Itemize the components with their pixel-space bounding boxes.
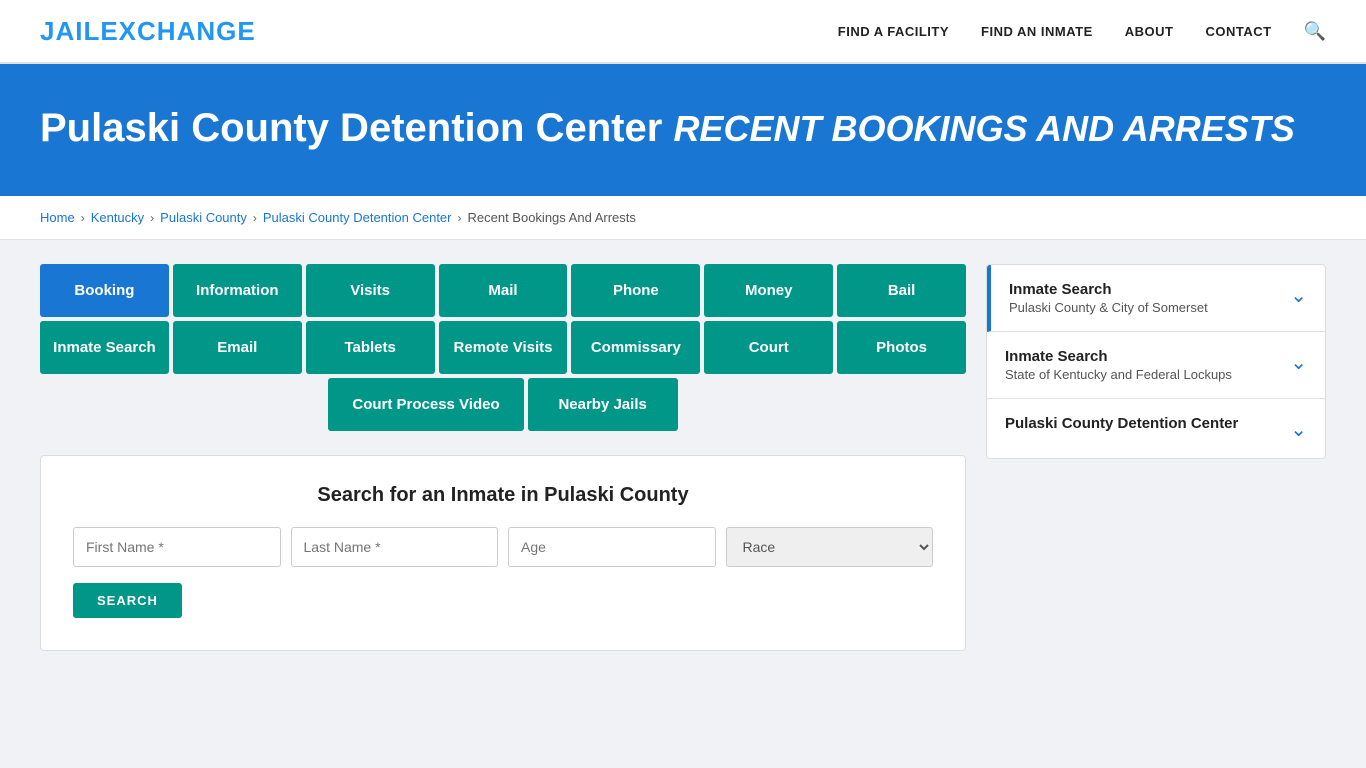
tab-inmate-search[interactable]: Inmate Search bbox=[40, 321, 169, 374]
sidebar-item-kentucky-search[interactable]: Inmate Search State of Kentucky and Fede… bbox=[987, 332, 1325, 399]
tab-remote-visits[interactable]: Remote Visits bbox=[439, 321, 568, 374]
breadcrumb-kentucky[interactable]: Kentucky bbox=[91, 210, 144, 225]
breadcrumb-detention-center[interactable]: Pulaski County Detention Center bbox=[263, 210, 452, 225]
logo-exchange: EXCHANGE bbox=[100, 16, 255, 46]
breadcrumb-sep-2: › bbox=[150, 211, 154, 225]
search-icon-button[interactable]: 🔍 bbox=[1304, 21, 1326, 42]
breadcrumb-sep-4: › bbox=[458, 211, 462, 225]
tabs-row-3: Court Process Video Nearby Jails bbox=[40, 378, 966, 431]
tab-tablets[interactable]: Tablets bbox=[306, 321, 435, 374]
first-name-input[interactable] bbox=[73, 527, 281, 567]
tab-photos[interactable]: Photos bbox=[837, 321, 966, 374]
tab-visits[interactable]: Visits bbox=[306, 264, 435, 317]
race-select[interactable]: Race White Black Hispanic Asian Other bbox=[726, 527, 934, 567]
nav-contact[interactable]: CONTACT bbox=[1205, 24, 1271, 39]
tab-court[interactable]: Court bbox=[704, 321, 833, 374]
logo[interactable]: JAILEXCHANGE bbox=[40, 16, 256, 47]
nav-about[interactable]: ABOUT bbox=[1125, 24, 1174, 39]
sidebar-item-title-1: Inmate Search bbox=[1009, 281, 1208, 298]
tab-commissary[interactable]: Commissary bbox=[571, 321, 700, 374]
tab-mail[interactable]: Mail bbox=[439, 264, 568, 317]
nav-find-facility[interactable]: FIND A FACILITY bbox=[838, 24, 949, 39]
breadcrumb-sep-1: › bbox=[81, 211, 85, 225]
right-column: Inmate Search Pulaski County & City of S… bbox=[986, 264, 1326, 651]
sidebar-item-pulaski-search[interactable]: Inmate Search Pulaski County & City of S… bbox=[987, 265, 1325, 332]
sidebar-item-sub-2: State of Kentucky and Federal Lockups bbox=[1005, 367, 1232, 382]
sidebar-item-title-2: Inmate Search bbox=[1005, 348, 1232, 365]
sidebar-item-detention-center[interactable]: Pulaski County Detention Center ⌄ bbox=[987, 399, 1325, 458]
breadcrumb-pulaski-county[interactable]: Pulaski County bbox=[160, 210, 247, 225]
tab-money[interactable]: Money bbox=[704, 264, 833, 317]
search-title: Search for an Inmate in Pulaski County bbox=[73, 484, 933, 507]
breadcrumb-home[interactable]: Home bbox=[40, 210, 75, 225]
hero-section: Pulaski County Detention Center RECENT B… bbox=[0, 64, 1366, 196]
search-box: Search for an Inmate in Pulaski County R… bbox=[40, 455, 966, 651]
tab-court-process-video[interactable]: Court Process Video bbox=[328, 378, 523, 431]
sidebar-item-sub-1: Pulaski County & City of Somerset bbox=[1009, 300, 1208, 315]
search-fields: Race White Black Hispanic Asian Other bbox=[73, 527, 933, 567]
main-wrapper: Booking Information Visits Mail Phone Mo… bbox=[0, 240, 1366, 675]
tab-information[interactable]: Information bbox=[173, 264, 302, 317]
logo-jail: JAIL bbox=[40, 16, 100, 46]
sidebar-card: Inmate Search Pulaski County & City of S… bbox=[986, 264, 1326, 459]
tab-phone[interactable]: Phone bbox=[571, 264, 700, 317]
chevron-down-icon-1: ⌄ bbox=[1290, 283, 1307, 308]
tab-booking[interactable]: Booking bbox=[40, 264, 169, 317]
age-input[interactable] bbox=[508, 527, 716, 567]
main-nav: FIND A FACILITY FIND AN INMATE ABOUT CON… bbox=[838, 21, 1326, 42]
tab-nearby-jails[interactable]: Nearby Jails bbox=[528, 378, 678, 431]
search-button[interactable]: SEARCH bbox=[73, 583, 182, 618]
breadcrumb: Home › Kentucky › Pulaski County › Pulas… bbox=[0, 196, 1366, 240]
header: JAILEXCHANGE FIND A FACILITY FIND AN INM… bbox=[0, 0, 1366, 64]
tab-email[interactable]: Email bbox=[173, 321, 302, 374]
nav-find-inmate[interactable]: FIND AN INMATE bbox=[981, 24, 1093, 39]
chevron-down-icon-3: ⌄ bbox=[1290, 417, 1307, 442]
tabs-container: Booking Information Visits Mail Phone Mo… bbox=[40, 264, 966, 431]
breadcrumb-current: Recent Bookings And Arrests bbox=[468, 210, 636, 225]
last-name-input[interactable] bbox=[291, 527, 499, 567]
page-title: Pulaski County Detention Center RECENT B… bbox=[40, 104, 1326, 152]
tab-bail[interactable]: Bail bbox=[837, 264, 966, 317]
sidebar-item-title-3: Pulaski County Detention Center bbox=[1005, 415, 1238, 432]
chevron-down-icon-2: ⌄ bbox=[1290, 350, 1307, 375]
tabs-row-2: Inmate Search Email Tablets Remote Visit… bbox=[40, 321, 966, 374]
left-column: Booking Information Visits Mail Phone Mo… bbox=[40, 264, 966, 651]
tabs-row-1: Booking Information Visits Mail Phone Mo… bbox=[40, 264, 966, 317]
breadcrumb-sep-3: › bbox=[253, 211, 257, 225]
